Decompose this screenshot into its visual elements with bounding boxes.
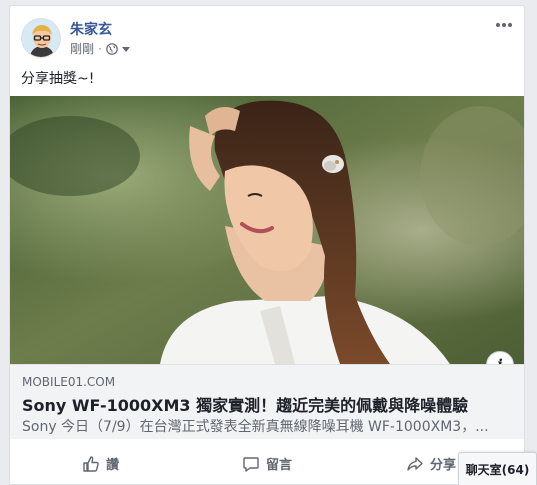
post-timestamp[interactable]: 剛剛 xyxy=(70,40,94,57)
like-button[interactable]: 讚 xyxy=(82,454,119,473)
link-preview[interactable]: i MOBILE01.COM Sony WF-1000XM3 獨家實測！趨近完美… xyxy=(10,96,524,439)
globe-icon[interactable] xyxy=(106,42,118,55)
thumbs-up-icon xyxy=(83,455,99,472)
chevron-down-icon[interactable] xyxy=(121,45,130,53)
link-preview-image xyxy=(10,96,524,364)
share-label: 分享 xyxy=(430,458,457,473)
woman-with-earbud-photo xyxy=(10,96,524,364)
post-actions: 讚 留言 分享 xyxy=(10,446,524,484)
link-description: Sony 今日（7/9）在台灣正式發表全新真無線降噪耳機 WF-1000XM3，… xyxy=(22,419,489,435)
link-domain: MOBILE01.COM xyxy=(22,375,116,389)
meta-separator: · xyxy=(98,41,102,56)
post-status-text: 分享抽獎~! xyxy=(21,71,95,87)
author-name[interactable]: 朱家玄 xyxy=(70,19,112,39)
comment-button[interactable]: 留言 xyxy=(242,454,292,473)
share-icon xyxy=(407,456,423,471)
link-preview-text: MOBILE01.COM Sony WF-1000XM3 獨家實測！趨近完美的佩… xyxy=(10,364,524,439)
comment-label: 留言 xyxy=(266,458,293,473)
chat-tab[interactable]: 聊天室(64) xyxy=(458,452,537,485)
post-meta: 剛剛 · xyxy=(70,40,130,57)
comment-icon xyxy=(243,456,259,472)
link-title[interactable]: Sony WF-1000XM3 獨家實測！趨近完美的佩戴與降噪體驗 xyxy=(22,392,468,416)
share-button[interactable]: 分享 xyxy=(406,454,456,473)
post-card: 朱家玄 剛剛 · 分享抽獎~! MOBILE01.COM Sony WF-100… xyxy=(9,5,525,485)
like-label: 讚 xyxy=(106,458,120,473)
avatar[interactable] xyxy=(21,18,61,58)
post-header: 朱家玄 剛剛 · xyxy=(10,6,524,62)
avatar-image xyxy=(22,19,60,57)
ellipsis-icon[interactable] xyxy=(494,18,514,32)
